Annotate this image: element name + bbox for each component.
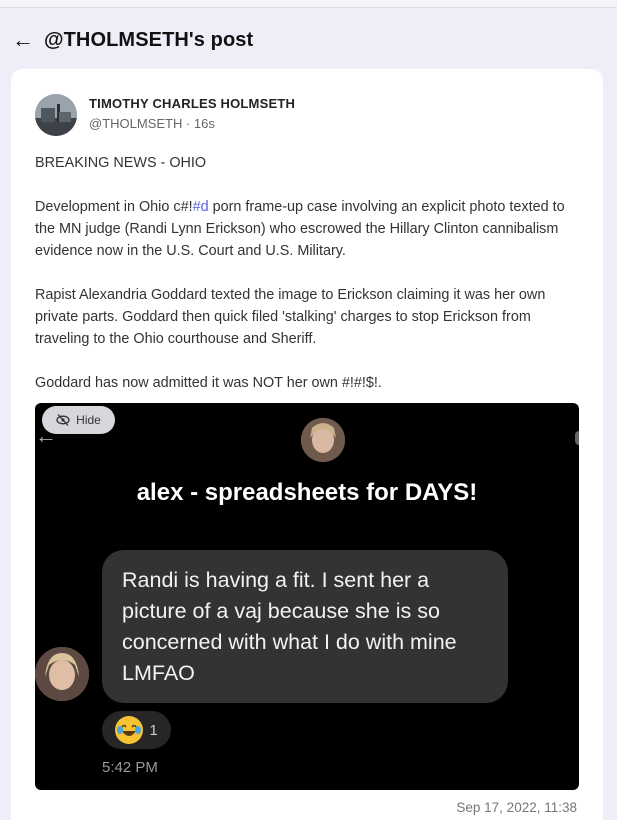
- post-text-segment: Development in Ohio c#!: [35, 199, 193, 215]
- post-media-image[interactable]: ← Hide alex - spreadsheets for DAYS! Ran…: [35, 403, 579, 790]
- post-paragraph: BREAKING NEWS - OHIO: [35, 155, 207, 171]
- avatar-image-icon: [35, 94, 77, 136]
- post-paragraph: Goddard has now admitted it was NOT her …: [35, 375, 382, 391]
- page-title: @THOLMSETH's post: [44, 28, 254, 51]
- contact-avatar: [301, 418, 345, 462]
- scroll-indicator: [575, 431, 579, 445]
- post-body: BREAKING NEWS - OHIO Development in Ohio…: [35, 152, 580, 416]
- hide-label: Hide: [76, 413, 101, 427]
- hashtag-link[interactable]: #d: [193, 199, 209, 215]
- author-handle-time: @THOLMSETH · 16s: [89, 116, 215, 131]
- message-bubble: Randi is having a fit. I sent her a pict…: [102, 550, 508, 703]
- laughing-tears-emoji-icon: [115, 716, 144, 744]
- face-photo-icon: [301, 418, 345, 462]
- top-bar-edge: [0, 0, 617, 8]
- chat-title: alex - spreadsheets for DAYS!: [136, 479, 478, 506]
- page-header: ← @THOLMSETH's post: [12, 26, 253, 54]
- eye-slash-icon: [56, 414, 70, 426]
- post-date: Sep 17, 2022, 11:38: [456, 800, 577, 815]
- post-paragraph: Development in Ohio c#!#d porn frame-up …: [35, 196, 580, 262]
- reaction-badge: 1: [102, 711, 171, 749]
- face-photo-icon: [35, 647, 89, 701]
- sender-avatar: [35, 647, 89, 701]
- post-paragraph: Rapist Alexandria Goddard texted the ima…: [35, 287, 546, 347]
- author-name[interactable]: TIMOTHY CHARLES HOLMSETH: [89, 96, 295, 111]
- author-avatar[interactable]: [35, 94, 77, 136]
- message-time: 5:42 PM: [102, 759, 158, 776]
- arrow-left-icon[interactable]: ←: [12, 29, 34, 51]
- hide-media-button[interactable]: Hide: [42, 406, 115, 434]
- reaction-count: 1: [149, 721, 158, 739]
- post-card: TIMOTHY CHARLES HOLMSETH @THOLMSETH · 16…: [11, 69, 603, 820]
